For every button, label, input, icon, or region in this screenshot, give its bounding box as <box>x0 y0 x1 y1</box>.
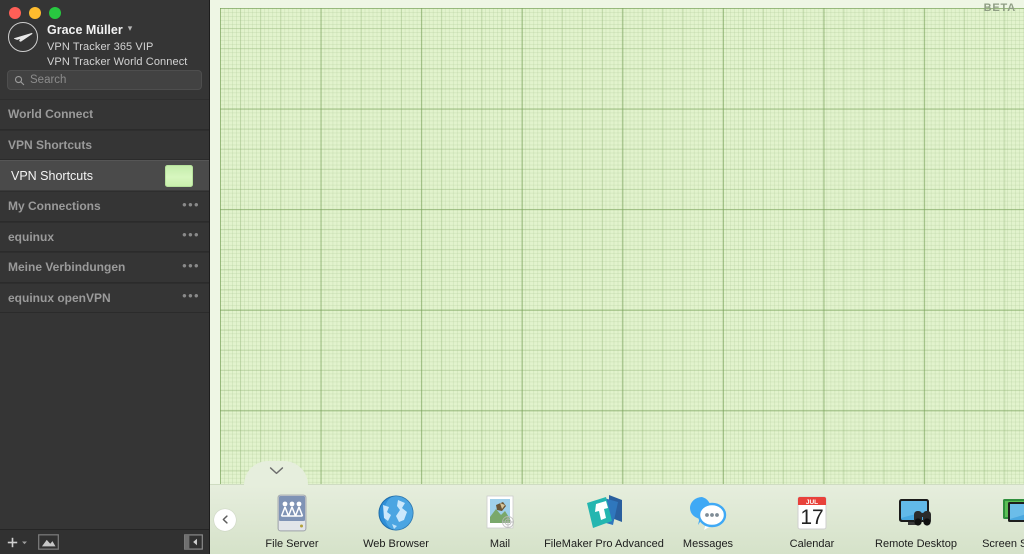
dock-item-remote-desktop[interactable]: Remote Desktop <box>864 491 968 550</box>
dock-item-mail[interactable]: Mail <box>448 491 552 550</box>
vpn-tracker-window: Grace Müller ▾ VPN Tracker 365 VIP VPN Tr… <box>0 0 1024 554</box>
airplane-icon <box>14 32 33 42</box>
search-input[interactable] <box>30 74 195 86</box>
dock-item-label: Messages <box>682 537 734 550</box>
globe-icon <box>378 495 414 531</box>
sidebar-section-world-connect[interactable]: World Connect <box>0 99 209 130</box>
grid-background <box>220 8 1024 554</box>
messages-bubble-icon <box>690 496 727 530</box>
sidebar-item-label: My Connections <box>8 199 101 214</box>
account-name: Grace Müller <box>47 22 123 37</box>
chevron-down-icon <box>269 467 283 475</box>
dock-item-messages[interactable]: Messages <box>656 491 760 550</box>
search-area <box>0 68 209 99</box>
calendar-icon: JUL 17 <box>797 496 827 530</box>
row-menu-icon[interactable]: ••• <box>182 228 200 245</box>
sidebar-section-equinux-openvpn[interactable]: equinux openVPN ••• <box>0 282 209 313</box>
beta-badge: BETA <box>983 2 1016 14</box>
image-icon <box>38 534 59 550</box>
app-dock: File Server Web Browser Mail FileMaker P… <box>210 461 1024 554</box>
sidebar-section-equinux[interactable]: equinux ••• <box>0 221 209 252</box>
collapse-sidebar-button[interactable] <box>184 534 203 550</box>
row-menu-icon[interactable]: ••• <box>182 259 200 276</box>
account-plan: VPN Tracker 365 VIP <box>47 41 154 54</box>
background-image-button[interactable] <box>38 534 59 550</box>
dock-item-file-server[interactable]: File Server <box>240 491 344 550</box>
row-menu-icon[interactable]: ••• <box>182 198 200 215</box>
sidebar-item-label: World Connect <box>8 107 94 122</box>
dock-item-calendar[interactable]: JUL 17 Calendar <box>760 491 864 550</box>
dock-item-label: FileMaker Pro Advanced <box>544 537 664 550</box>
shortcut-color-chip <box>165 164 193 187</box>
chevron-down-icon <box>22 540 27 544</box>
chevron-left-icon <box>222 515 228 524</box>
plus-icon <box>7 537 18 547</box>
minimize-button[interactable] <box>29 7 41 19</box>
account-text: Grace Müller ▾ VPN Tracker 365 VIP VPN Tr… <box>47 18 187 69</box>
sidebar-toolbar <box>0 529 209 554</box>
row-menu-icon[interactable]: ••• <box>182 289 200 306</box>
dock-items: File Server Web Browser Mail FileMaker P… <box>240 485 1024 554</box>
window-traffic-lights <box>9 7 61 19</box>
avatar <box>8 22 38 52</box>
search-icon <box>14 75 25 85</box>
close-button[interactable] <box>9 7 21 19</box>
filemaker-icon <box>587 494 622 528</box>
dock-item-label: Remote Desktop <box>875 537 957 550</box>
connections-list: World Connect VPN Shortcuts VPN Shortcut… <box>0 99 209 529</box>
zoom-button[interactable] <box>49 7 61 19</box>
sidebar-item-label: equinux <box>8 229 55 244</box>
dock-item-screen-sharing[interactable]: Screen Sharing <box>968 491 1024 550</box>
sidebar-item-label: VPN Shortcuts <box>8 137 93 152</box>
screen-sharing-icon <box>1003 498 1024 522</box>
mail-stamp-icon <box>486 495 514 529</box>
account-product: VPN Tracker World Connect <box>47 55 188 68</box>
shortcut-canvas[interactable]: BETA File Server Web Browser Mail FileMa… <box>210 0 1024 554</box>
dock-item-label: Screen Sharing <box>982 537 1024 550</box>
sidebar-item-label: equinux openVPN <box>8 290 111 305</box>
sidebar-section-my-connections[interactable]: My Connections ••• <box>0 191 209 222</box>
dock-item-label: File Server <box>265 537 319 550</box>
sidebar-collapse-icon <box>184 534 203 550</box>
dock-item-label: Web Browser <box>363 537 429 550</box>
dock-item-web-browser[interactable]: Web Browser <box>344 491 448 550</box>
calendar-month-text: JUL <box>806 499 818 506</box>
dock-item-filemaker-pro-advanced[interactable]: FileMaker Pro Advanced <box>544 491 664 550</box>
sidebar: Grace Müller ▾ VPN Tracker 365 VIP VPN Tr… <box>0 0 210 554</box>
sidebar-section-vpn-shortcuts[interactable]: VPN Shortcuts <box>0 129 209 160</box>
add-connection-button[interactable] <box>6 536 28 549</box>
search-box[interactable] <box>7 70 202 90</box>
sidebar-item-label: Meine Verbindungen <box>8 260 126 275</box>
remote-desktop-icon <box>899 498 931 526</box>
sidebar-item-vpn-shortcuts[interactable]: VPN Shortcuts <box>0 160 209 191</box>
calendar-day-text: 17 <box>800 506 823 529</box>
dock-item-label: Mail <box>489 537 511 550</box>
sidebar-item-label: VPN Shortcuts <box>11 168 93 183</box>
dock-item-label: Calendar <box>789 537 835 550</box>
chevron-down-icon[interactable]: ▾ <box>128 23 133 35</box>
sidebar-section-meine-verbindungen[interactable]: Meine Verbindungen ••• <box>0 252 209 283</box>
file-server-icon <box>277 494 307 532</box>
dock-prev-button[interactable] <box>214 508 236 531</box>
